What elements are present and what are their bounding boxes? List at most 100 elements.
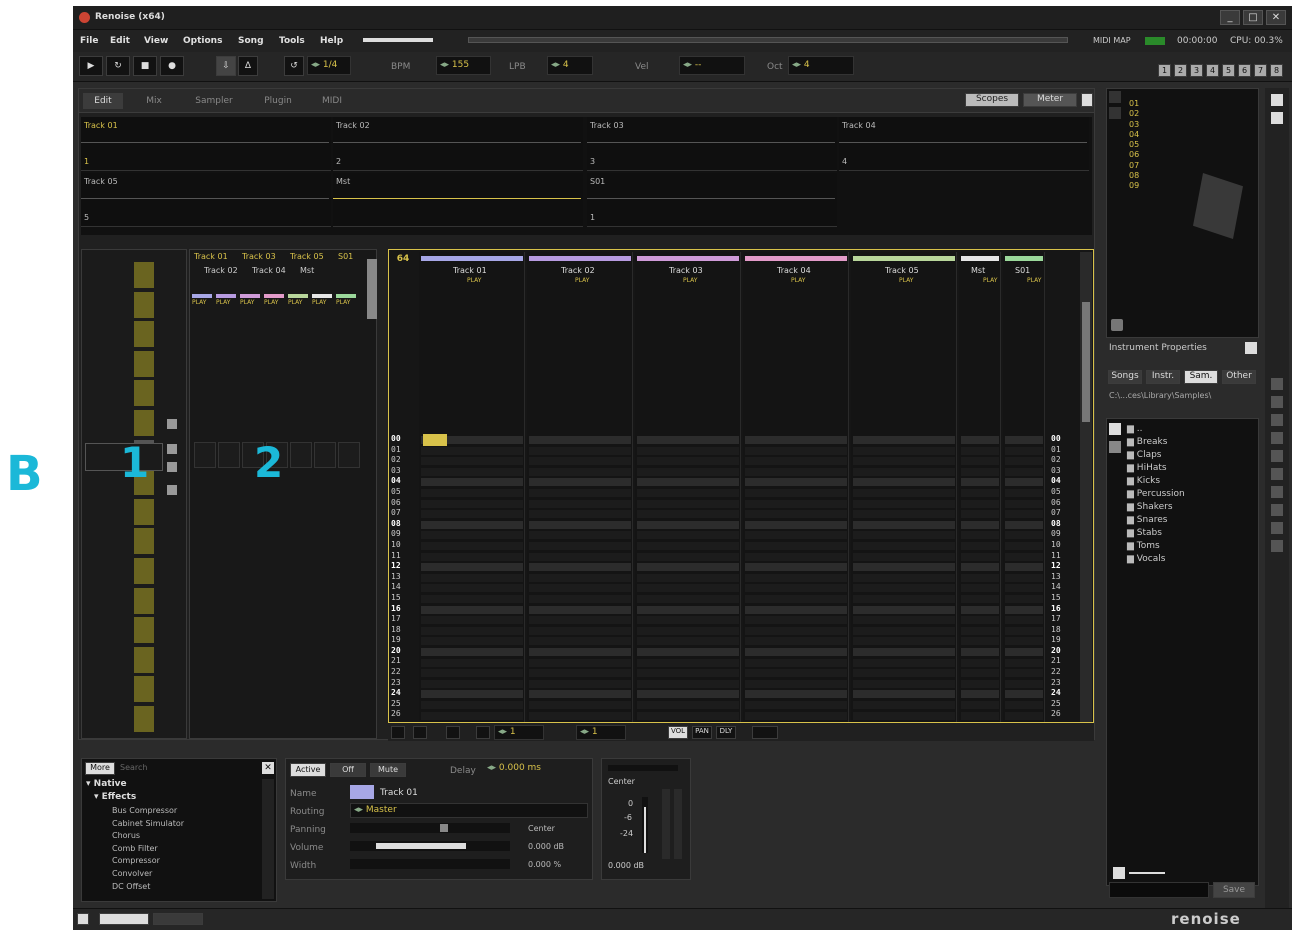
pattern-line[interactable] [853,510,955,519]
pattern-line[interactable] [421,563,523,572]
dsp-effect-item[interactable]: DC Offset [112,881,252,894]
pattern-link-button[interactable] [476,726,490,739]
slot-6[interactable]: Mst [333,173,583,227]
pattern-line[interactable] [637,436,739,444]
pattern-line[interactable] [745,552,847,561]
delay-field[interactable]: ◂▸ 0.000 ms [484,762,564,777]
folder-item[interactable]: ▆ Vocals [1127,553,1255,566]
pattern-line[interactable] [529,637,631,646]
matrix-play-button[interactable]: PLAY [312,294,332,306]
pattern-mode-button[interactable] [391,726,405,739]
pattern-line[interactable] [421,690,523,699]
pattern-line[interactable] [961,711,999,720]
pattern-line[interactable] [853,478,955,487]
pattern-line[interactable] [637,616,739,625]
pattern-line[interactable] [529,605,631,614]
pattern-line[interactable] [529,499,631,508]
pattern-line[interactable] [961,467,999,476]
pattern-line[interactable] [853,584,955,593]
vol-toggle[interactable]: VOL [668,726,688,739]
pattern-line[interactable] [745,531,847,540]
pattern-line[interactable] [745,669,847,678]
instrument-slot[interactable]: 07 [1129,161,1249,171]
effects-group[interactable]: ▾ Effects [94,792,136,802]
pattern-line[interactable] [961,679,999,688]
matrix-scrollbar[interactable] [367,259,377,319]
pattern-line[interactable] [529,679,631,688]
pattern-view-button[interactable] [446,726,460,739]
automation-tab[interactable] [153,913,203,925]
pattern-line[interactable] [745,520,847,529]
master-volume-slider[interactable] [363,38,433,42]
pattern-line[interactable] [745,679,847,688]
delete-pattern-icon[interactable] [167,485,177,495]
shortcut-icon[interactable] [1271,540,1283,552]
pattern-line[interactable] [1005,584,1043,593]
shortcut-icon[interactable] [1271,432,1283,444]
pattern-line[interactable] [1005,446,1043,455]
track-name-field[interactable]: Track 01 [380,788,418,798]
close-button[interactable]: ✕ [1266,10,1286,25]
pattern-line[interactable] [745,510,847,519]
pattern-line[interactable] [637,605,739,614]
pattern-line[interactable] [421,605,523,614]
sequence-slot[interactable] [134,617,154,644]
matrix-cell[interactable] [194,442,216,468]
pattern-line[interactable] [1005,531,1043,540]
native-group[interactable]: ▾ Native [86,779,127,789]
folder-item[interactable]: ▆ Stabs [1127,527,1255,540]
matrix-cell[interactable] [290,442,312,468]
routing-dropdown[interactable]: ◂▸ Master [350,803,588,818]
song-position-bar[interactable] [468,37,1068,43]
matrix-play-button[interactable]: PLAY [288,294,308,306]
pattern-line[interactable] [1005,690,1043,699]
pattern-line[interactable] [637,542,739,550]
pattern-line[interactable] [961,520,999,529]
pattern-line[interactable] [421,648,523,656]
pattern-line[interactable] [961,626,999,635]
pattern-line[interactable] [637,499,739,508]
pattern-line[interactable] [961,573,999,582]
pattern-line[interactable] [529,563,631,572]
pattern-line[interactable] [853,690,955,699]
layout-toggle-icon[interactable] [1271,112,1283,124]
pattern-line[interactable] [1005,637,1043,646]
pattern-line[interactable] [529,552,631,561]
pattern-line[interactable] [745,637,847,646]
pattern-line[interactable] [529,542,631,550]
browser-tab-songs[interactable]: Songs [1108,370,1142,384]
tab-plugin[interactable]: Plugin [249,93,307,109]
dly-toggle[interactable]: DLY [716,726,736,739]
folder-item[interactable]: ▆ Claps [1127,449,1255,462]
folder-item[interactable]: ▆ Breaks [1127,436,1255,449]
pattern-line[interactable] [961,669,999,678]
maximize-button[interactable]: □ [1243,10,1263,25]
meter-button[interactable]: Meter [1023,93,1077,107]
volume-slider[interactable] [350,841,510,851]
mixer-pan-slider[interactable] [608,765,678,771]
lower-frame-toggle[interactable] [77,913,89,925]
pattern-line[interactable] [1005,648,1043,656]
pattern-line[interactable] [853,573,955,582]
menu-view[interactable]: View [144,36,168,46]
pattern-line[interactable] [421,616,523,625]
pattern-line[interactable] [745,457,847,466]
shortcut-icon[interactable] [1271,486,1283,498]
dsp-effect-item[interactable]: Comb Filter [112,843,252,856]
pattern-line[interactable] [421,626,523,635]
lpb-field[interactable]: ◂▸ 4 [547,56,593,75]
track-header-name[interactable]: S01 [1015,266,1030,275]
active-toggle[interactable]: Active [290,763,326,777]
pattern-line[interactable] [961,701,999,709]
pattern-line[interactable] [421,637,523,646]
browser-preview-icon[interactable] [1109,441,1121,453]
pattern-line[interactable] [1005,658,1043,667]
scopes-button[interactable]: Scopes [965,93,1019,107]
pattern-line[interactable] [745,584,847,593]
fx-columns-button[interactable] [752,726,778,739]
pattern-line[interactable] [1005,605,1043,614]
slot-5[interactable]: Track 05 5 [81,173,331,227]
pattern-line[interactable] [1005,467,1043,476]
instrument-slot[interactable]: 04 [1129,130,1249,140]
slot-2[interactable]: Track 02 2 [333,117,583,171]
